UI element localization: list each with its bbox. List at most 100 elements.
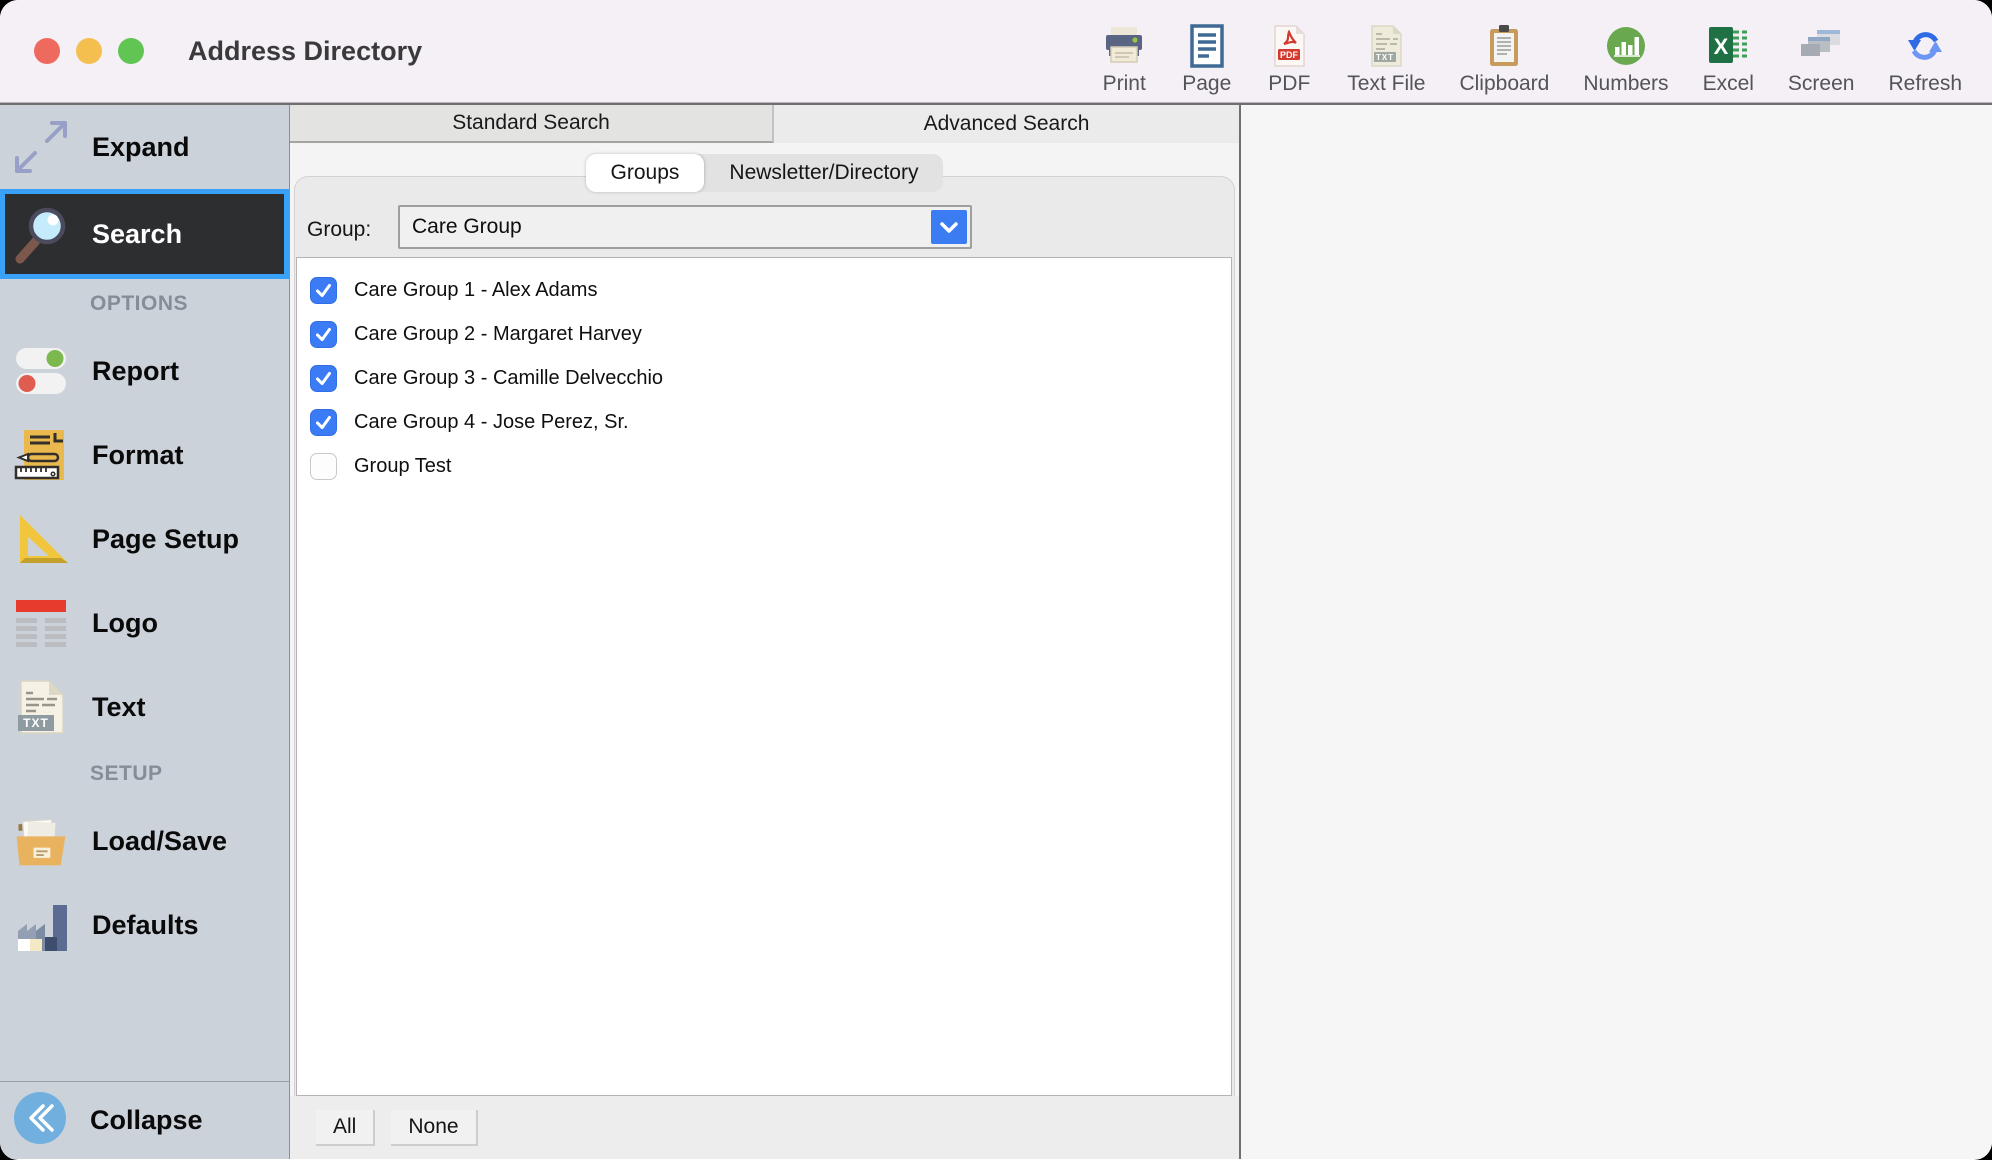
segment-newsletter-directory[interactable]: Newsletter/Directory bbox=[704, 154, 943, 192]
tab-advanced-search[interactable]: Advanced Search bbox=[774, 105, 1239, 143]
page-label: Page bbox=[1182, 72, 1231, 96]
list-footer: All None bbox=[290, 1096, 1239, 1159]
svg-text:TXT: TXT bbox=[1376, 53, 1394, 62]
text-file-label: Text File bbox=[1347, 72, 1425, 96]
screen-windows-icon bbox=[1797, 22, 1845, 70]
refresh-icon bbox=[1901, 22, 1949, 70]
printer-icon bbox=[1100, 22, 1148, 70]
expand-arrows-icon bbox=[10, 116, 72, 178]
collapse-chevrons-icon bbox=[10, 1088, 70, 1153]
group-dropdown[interactable]: Care Group bbox=[398, 205, 972, 249]
select-none-button[interactable]: None bbox=[391, 1110, 477, 1146]
excel-app-icon: X bbox=[1704, 22, 1752, 70]
sidebar-item-load-save[interactable]: Load/Save bbox=[0, 799, 289, 883]
txt-file-icon: TXT bbox=[1362, 22, 1410, 70]
group-label: Group: bbox=[307, 218, 371, 242]
screen-label: Screen bbox=[1788, 72, 1855, 96]
sidebar-item-label: Defaults bbox=[92, 910, 199, 941]
sidebar-item-report[interactable]: Report bbox=[0, 329, 289, 413]
checkbox[interactable] bbox=[310, 453, 337, 480]
minimize-window-button[interactable] bbox=[76, 38, 102, 64]
txt-document-icon: TXT bbox=[10, 676, 72, 738]
search-tabbar: Standard Search Advanced Search bbox=[290, 105, 1239, 143]
numbers-app-icon bbox=[1602, 22, 1650, 70]
refresh-button[interactable]: Refresh bbox=[1888, 22, 1962, 96]
list-item[interactable]: Care Group 1 - Alex Adams bbox=[297, 268, 1231, 312]
sidebar-item-label: Format bbox=[92, 440, 184, 471]
sidebar-item-expand[interactable]: Expand bbox=[0, 105, 289, 189]
traffic-lights bbox=[34, 38, 144, 64]
text-file-button[interactable]: TXT Text File bbox=[1347, 22, 1425, 96]
search-icon bbox=[10, 203, 72, 265]
sidebar-item-label: Page Setup bbox=[92, 524, 239, 555]
list-item-label: Care Group 2 - Margaret Harvey bbox=[354, 323, 642, 346]
pdf-file-icon: PDF bbox=[1265, 22, 1313, 70]
print-label: Print bbox=[1103, 72, 1146, 96]
clipboard-icon bbox=[1480, 22, 1528, 70]
app-window: Address Directory Print bbox=[0, 0, 1992, 1160]
pdf-label: PDF bbox=[1268, 72, 1310, 96]
zoom-window-button[interactable] bbox=[118, 38, 144, 64]
group-dropdown-value: Care Group bbox=[412, 207, 522, 247]
sidebar-item-defaults[interactable]: Defaults bbox=[0, 883, 289, 967]
page-icon bbox=[1183, 22, 1231, 70]
sidebar-item-label: Search bbox=[92, 219, 182, 250]
clipboard-label: Clipboard bbox=[1459, 72, 1549, 96]
list-item-label: Care Group 3 - Camille Delvecchio bbox=[354, 367, 663, 390]
print-button[interactable]: Print bbox=[1100, 22, 1148, 96]
sidebar-item-label: Expand bbox=[92, 132, 190, 163]
sidebar-item-page-setup[interactable]: Page Setup bbox=[0, 497, 289, 581]
clipboard-button[interactable]: Clipboard bbox=[1459, 22, 1549, 96]
page-button[interactable]: Page bbox=[1182, 22, 1231, 96]
toolbar: Print Page bbox=[1100, 0, 1992, 103]
results-panel bbox=[1241, 105, 1992, 1159]
svg-text:TXT: TXT bbox=[23, 716, 49, 730]
format-document-icon bbox=[10, 424, 72, 486]
numbers-label: Numbers bbox=[1583, 72, 1668, 96]
screen-button[interactable]: Screen bbox=[1788, 22, 1855, 96]
sidebar-item-search[interactable]: Search bbox=[0, 189, 289, 279]
sidebar-item-label: Logo bbox=[92, 608, 158, 639]
search-panel: Standard Search Advanced Search Groups N… bbox=[290, 105, 1241, 1159]
sidebar-item-label: Text bbox=[92, 692, 146, 723]
titlebar: Address Directory Print bbox=[0, 0, 1992, 103]
select-all-button[interactable]: All bbox=[316, 1110, 375, 1146]
folder-icon bbox=[10, 810, 72, 872]
list-item[interactable]: Care Group 2 - Margaret Harvey bbox=[297, 312, 1231, 356]
sidebar-item-collapse[interactable]: Collapse bbox=[0, 1081, 289, 1159]
sidebar-item-text[interactable]: TXT Text bbox=[0, 665, 289, 749]
pdf-button[interactable]: PDF PDF bbox=[1265, 22, 1313, 96]
checkbox[interactable] bbox=[310, 365, 337, 392]
refresh-label: Refresh bbox=[1888, 72, 1962, 96]
sidebar-spacer bbox=[0, 967, 289, 1081]
checkbox[interactable] bbox=[310, 277, 337, 304]
checkbox[interactable] bbox=[310, 321, 337, 348]
sidebar-section-setup: SETUP bbox=[0, 749, 289, 799]
numbers-button[interactable]: Numbers bbox=[1583, 22, 1668, 96]
sidebar-item-label: Load/Save bbox=[92, 826, 227, 857]
list-item[interactable]: Care Group 4 - Jose Perez, Sr. bbox=[297, 400, 1231, 444]
excel-label: Excel bbox=[1703, 72, 1754, 96]
masthead-icon bbox=[10, 592, 72, 654]
sidebar-section-options: OPTIONS bbox=[0, 279, 289, 329]
group-checkbox-list: Care Group 1 - Alex Adams Care Group 2 -… bbox=[296, 257, 1232, 1096]
set-square-icon bbox=[10, 508, 72, 570]
checkbox[interactable] bbox=[310, 409, 337, 436]
sidebar-item-format[interactable]: Format bbox=[0, 413, 289, 497]
chevron-down-icon bbox=[931, 210, 967, 244]
excel-button[interactable]: X Excel bbox=[1703, 22, 1754, 96]
segment-groups[interactable]: Groups bbox=[586, 154, 705, 192]
list-item-label: Group Test bbox=[354, 455, 451, 478]
window-body: Expand Search OPTIONS bbox=[0, 103, 1992, 1159]
close-window-button[interactable] bbox=[34, 38, 60, 64]
sidebar-item-logo[interactable]: Logo bbox=[0, 581, 289, 665]
list-item[interactable]: Group Test bbox=[297, 444, 1231, 488]
list-item-label: Care Group 1 - Alex Adams bbox=[354, 279, 597, 302]
groups-newsletter-segmented-control: Groups Newsletter/Directory bbox=[586, 154, 944, 192]
tab-standard-search[interactable]: Standard Search bbox=[290, 105, 774, 143]
svg-text:X: X bbox=[1714, 34, 1729, 59]
toggles-icon bbox=[10, 340, 72, 402]
list-item-label: Care Group 4 - Jose Perez, Sr. bbox=[354, 411, 629, 434]
list-item[interactable]: Care Group 3 - Camille Delvecchio bbox=[297, 356, 1231, 400]
factory-icon bbox=[10, 894, 72, 956]
